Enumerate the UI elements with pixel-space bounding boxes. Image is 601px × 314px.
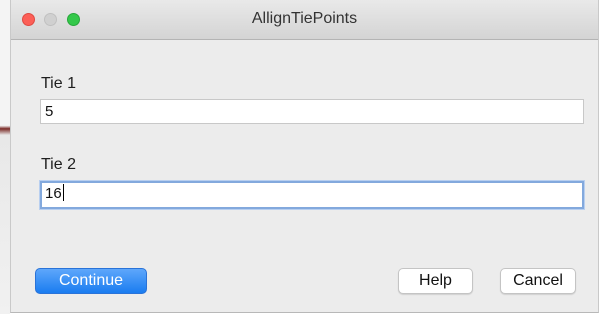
tie-2-label: Tie 2 [41, 156, 76, 173]
tie-1-input[interactable]: 5 [40, 99, 584, 124]
help-button[interactable]: Help [398, 268, 473, 294]
title-bar[interactable]: AllignTiePoints [11, 0, 598, 40]
text-caret [62, 184, 64, 201]
tie-1-value: 5 [45, 103, 54, 120]
background-strip [0, 0, 10, 314]
tie-1-label: Tie 1 [41, 75, 76, 92]
tie-2-input[interactable]: 16 [40, 181, 584, 209]
continue-button[interactable]: Continue [35, 268, 147, 294]
dialog-window: AllignTiePoints Tie 1 5 Tie 2 16 Continu… [10, 0, 599, 313]
tie-2-value: 16 [45, 185, 62, 202]
window-title: AllignTiePoints [251, 10, 358, 27]
cancel-button[interactable]: Cancel [500, 268, 576, 294]
